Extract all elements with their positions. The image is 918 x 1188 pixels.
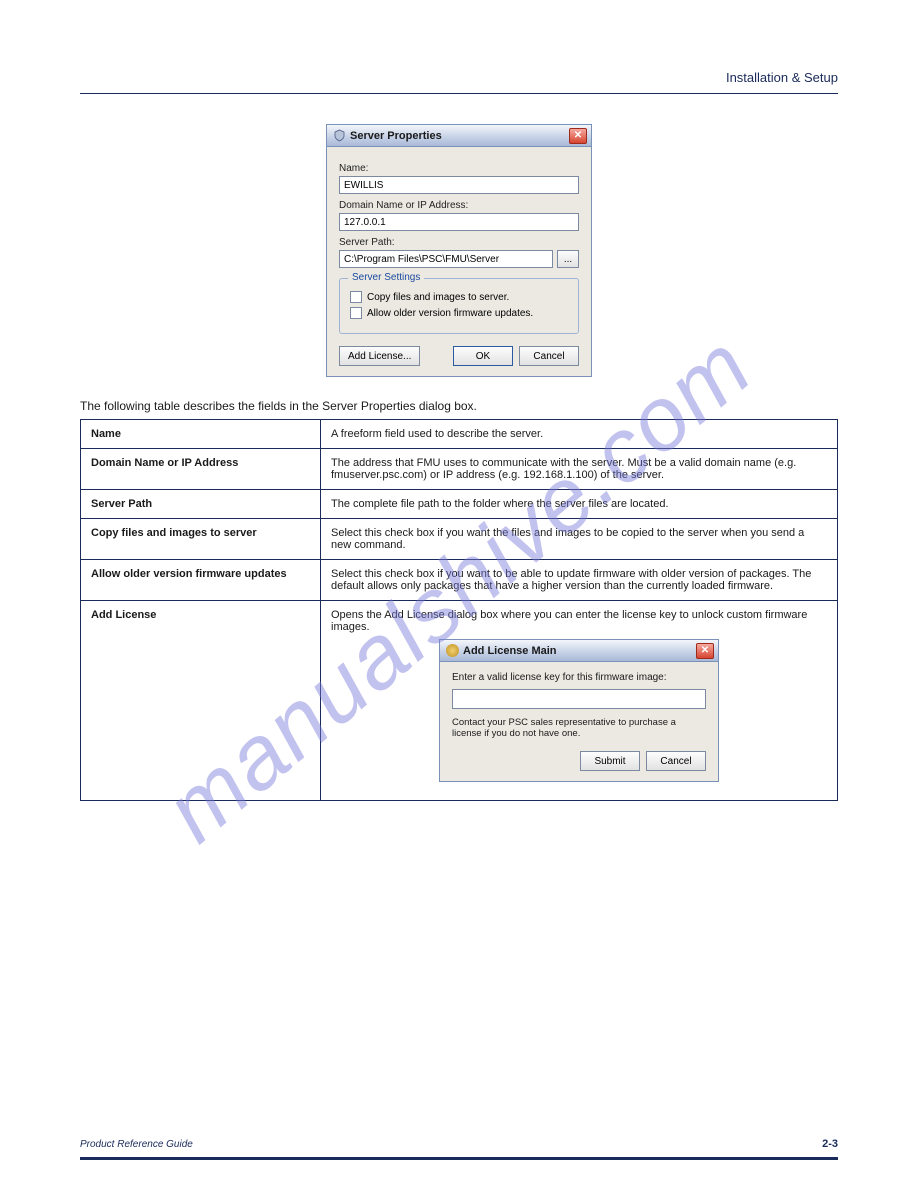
- dialog2-wrapper: Add License Main ✕ Enter a valid license…: [331, 633, 827, 792]
- page-number: 2-3: [822, 1138, 838, 1150]
- row-desc: The address that FMU uses to communicate…: [321, 449, 838, 490]
- path-label: Server Path:: [339, 237, 579, 248]
- dialog2-body: Enter a valid license key for this firmw…: [440, 662, 718, 781]
- license-prompt: Enter a valid license key for this firmw…: [452, 672, 706, 683]
- row-desc: A freeform field used to describe the se…: [321, 420, 838, 449]
- row-label: Name: [81, 420, 321, 449]
- license-note: Contact your PSC sales representative to…: [452, 717, 706, 739]
- row-label: Domain Name or IP Address: [81, 449, 321, 490]
- domain-input[interactable]: [339, 213, 579, 231]
- allow-older-checkbox[interactable]: [350, 307, 362, 319]
- copy-files-checkbox[interactable]: [350, 291, 362, 303]
- gear-icon: [446, 644, 459, 657]
- table-row: Name A freeform field used to describe t…: [81, 420, 838, 449]
- row-desc: Select this check box if you want the fi…: [321, 519, 838, 560]
- table-row: Allow older version firmware updates Sel…: [81, 560, 838, 601]
- path-row: ...: [339, 250, 579, 268]
- dialog-body: Name: Domain Name or IP Address: Server …: [327, 147, 591, 376]
- close-button[interactable]: ✕: [696, 643, 714, 659]
- server-properties-dialog: Server Properties ✕ Name: Domain Name or…: [326, 124, 592, 377]
- row-label: Allow older version firmware updates: [81, 560, 321, 601]
- domain-label: Domain Name or IP Address:: [339, 200, 579, 211]
- submit-button[interactable]: Submit: [580, 751, 640, 771]
- dialog2-button-row: Submit Cancel: [452, 751, 706, 771]
- header-rule: [80, 93, 838, 94]
- footer-rule: [80, 1157, 838, 1160]
- table-row: Add License Opens the Add License dialog…: [81, 601, 838, 801]
- license-key-input[interactable]: [452, 689, 706, 709]
- close-button[interactable]: ✕: [569, 128, 587, 144]
- dialog-button-row: Add License... OK Cancel: [339, 346, 579, 366]
- settings-legend: Server Settings: [348, 272, 424, 283]
- add-license-button[interactable]: Add License...: [339, 346, 420, 366]
- cancel-button[interactable]: Cancel: [646, 751, 706, 771]
- row-desc: Select this check box if you want to be …: [321, 560, 838, 601]
- table-row: Domain Name or IP Address The address th…: [81, 449, 838, 490]
- table-row: Copy files and images to server Select t…: [81, 519, 838, 560]
- cancel-button[interactable]: Cancel: [519, 346, 579, 366]
- footer-left-text: Product Reference Guide: [80, 1139, 193, 1150]
- ok-button[interactable]: OK: [453, 346, 513, 366]
- name-input[interactable]: [339, 176, 579, 194]
- path-input[interactable]: [339, 250, 553, 268]
- header-section-title: Installation & Setup: [80, 70, 838, 85]
- add-license-dialog: Add License Main ✕ Enter a valid license…: [439, 639, 719, 782]
- browse-button[interactable]: ...: [557, 250, 579, 268]
- row-label: Server Path: [81, 490, 321, 519]
- row-label: Copy files and images to server: [81, 519, 321, 560]
- page-content: Installation & Setup Server Properties ✕…: [0, 0, 918, 841]
- name-label: Name:: [339, 163, 579, 174]
- allow-older-label: Allow older version firmware updates.: [367, 308, 533, 319]
- shield-icon: [333, 129, 346, 142]
- row-label: Add License: [81, 601, 321, 801]
- properties-table: Name A freeform field used to describe t…: [80, 419, 838, 801]
- copy-files-row: Copy files and images to server.: [350, 291, 568, 303]
- table-row: Server Path The complete file path to th…: [81, 490, 838, 519]
- allow-older-row: Allow older version firmware updates.: [350, 307, 568, 319]
- dialog-titlebar: Server Properties ✕: [327, 125, 591, 147]
- dialog-title: Server Properties: [350, 130, 569, 142]
- server-settings-group: Server Settings Copy files and images to…: [339, 278, 579, 334]
- dialog2-title: Add License Main: [463, 645, 696, 657]
- row-desc-text: Opens the Add License dialog box where y…: [331, 609, 827, 633]
- row-desc: The complete file path to the folder whe…: [321, 490, 838, 519]
- dialog2-titlebar: Add License Main ✕: [440, 640, 718, 662]
- copy-files-label: Copy files and images to server.: [367, 292, 509, 303]
- table-intro-text: The following table describes the fields…: [80, 399, 838, 413]
- row-desc: Opens the Add License dialog box where y…: [321, 601, 838, 801]
